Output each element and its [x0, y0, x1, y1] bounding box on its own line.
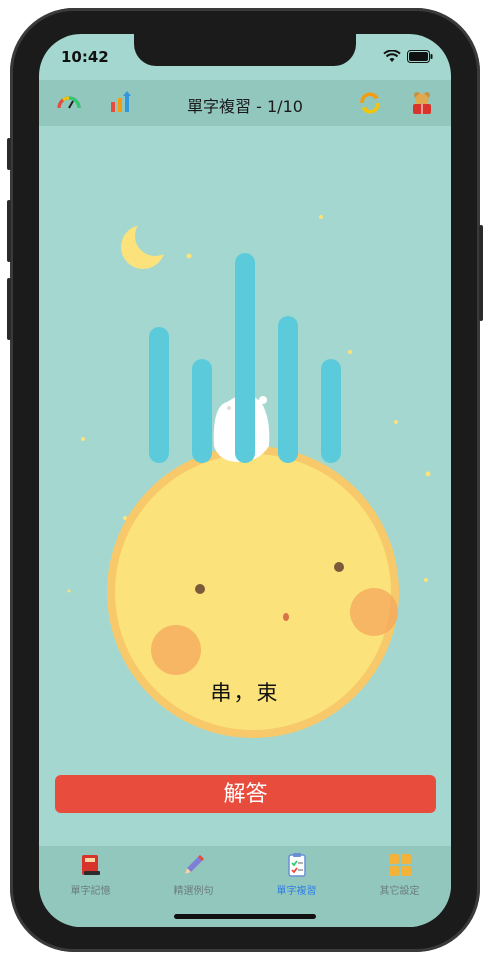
power-button — [479, 225, 483, 321]
crescent-moon — [121, 216, 175, 269]
volume-up-button — [7, 200, 11, 262]
audio-bar — [192, 359, 212, 463]
tab-label: 精選例句 — [173, 886, 214, 897]
notch — [134, 34, 356, 66]
grid-icon — [388, 854, 411, 876]
nav-title: 單字複習 - 1/10 — [187, 97, 303, 116]
mute-switch — [7, 138, 11, 170]
audio-bars — [149, 253, 341, 463]
tab-label: 單字記憶 — [70, 886, 111, 897]
book-icon — [81, 855, 100, 875]
pencil-icon — [184, 855, 204, 874]
checklist-icon — [287, 853, 306, 877]
screen: 10:42 單字複習 - 1/10 串，束 解答 單字記憶 精選例句 單字複習 … — [39, 34, 451, 927]
status-time: 10:42 — [61, 48, 109, 66]
battery-icon — [407, 50, 433, 63]
tab-word-memory[interactable]: 單字記憶 — [39, 852, 142, 897]
status-icons — [383, 50, 433, 63]
volume-down-button — [7, 278, 11, 340]
tab-label: 其它設定 — [379, 886, 420, 897]
tab-label: 單字複習 — [276, 886, 317, 897]
audio-bar — [149, 327, 169, 463]
vocab-word: 串，束 — [210, 681, 280, 705]
refresh-icon[interactable] — [357, 90, 383, 116]
tab-example-sentences[interactable]: 精選例句 — [142, 852, 245, 897]
audio-bar — [321, 359, 341, 463]
tab-other-settings[interactable]: 其它設定 — [348, 852, 451, 897]
wifi-icon — [383, 50, 401, 62]
tab-word-review[interactable]: 單字複習 — [245, 852, 348, 897]
answer-button[interactable]: 解答 — [55, 775, 436, 813]
audio-bar — [235, 253, 255, 463]
illustration — [67, 215, 431, 738]
audio-bar — [278, 316, 298, 463]
navigation-bar: 單字複習 - 1/10 — [39, 80, 451, 126]
reading-bear-icon[interactable] — [409, 90, 435, 116]
home-indicator — [174, 914, 316, 919]
